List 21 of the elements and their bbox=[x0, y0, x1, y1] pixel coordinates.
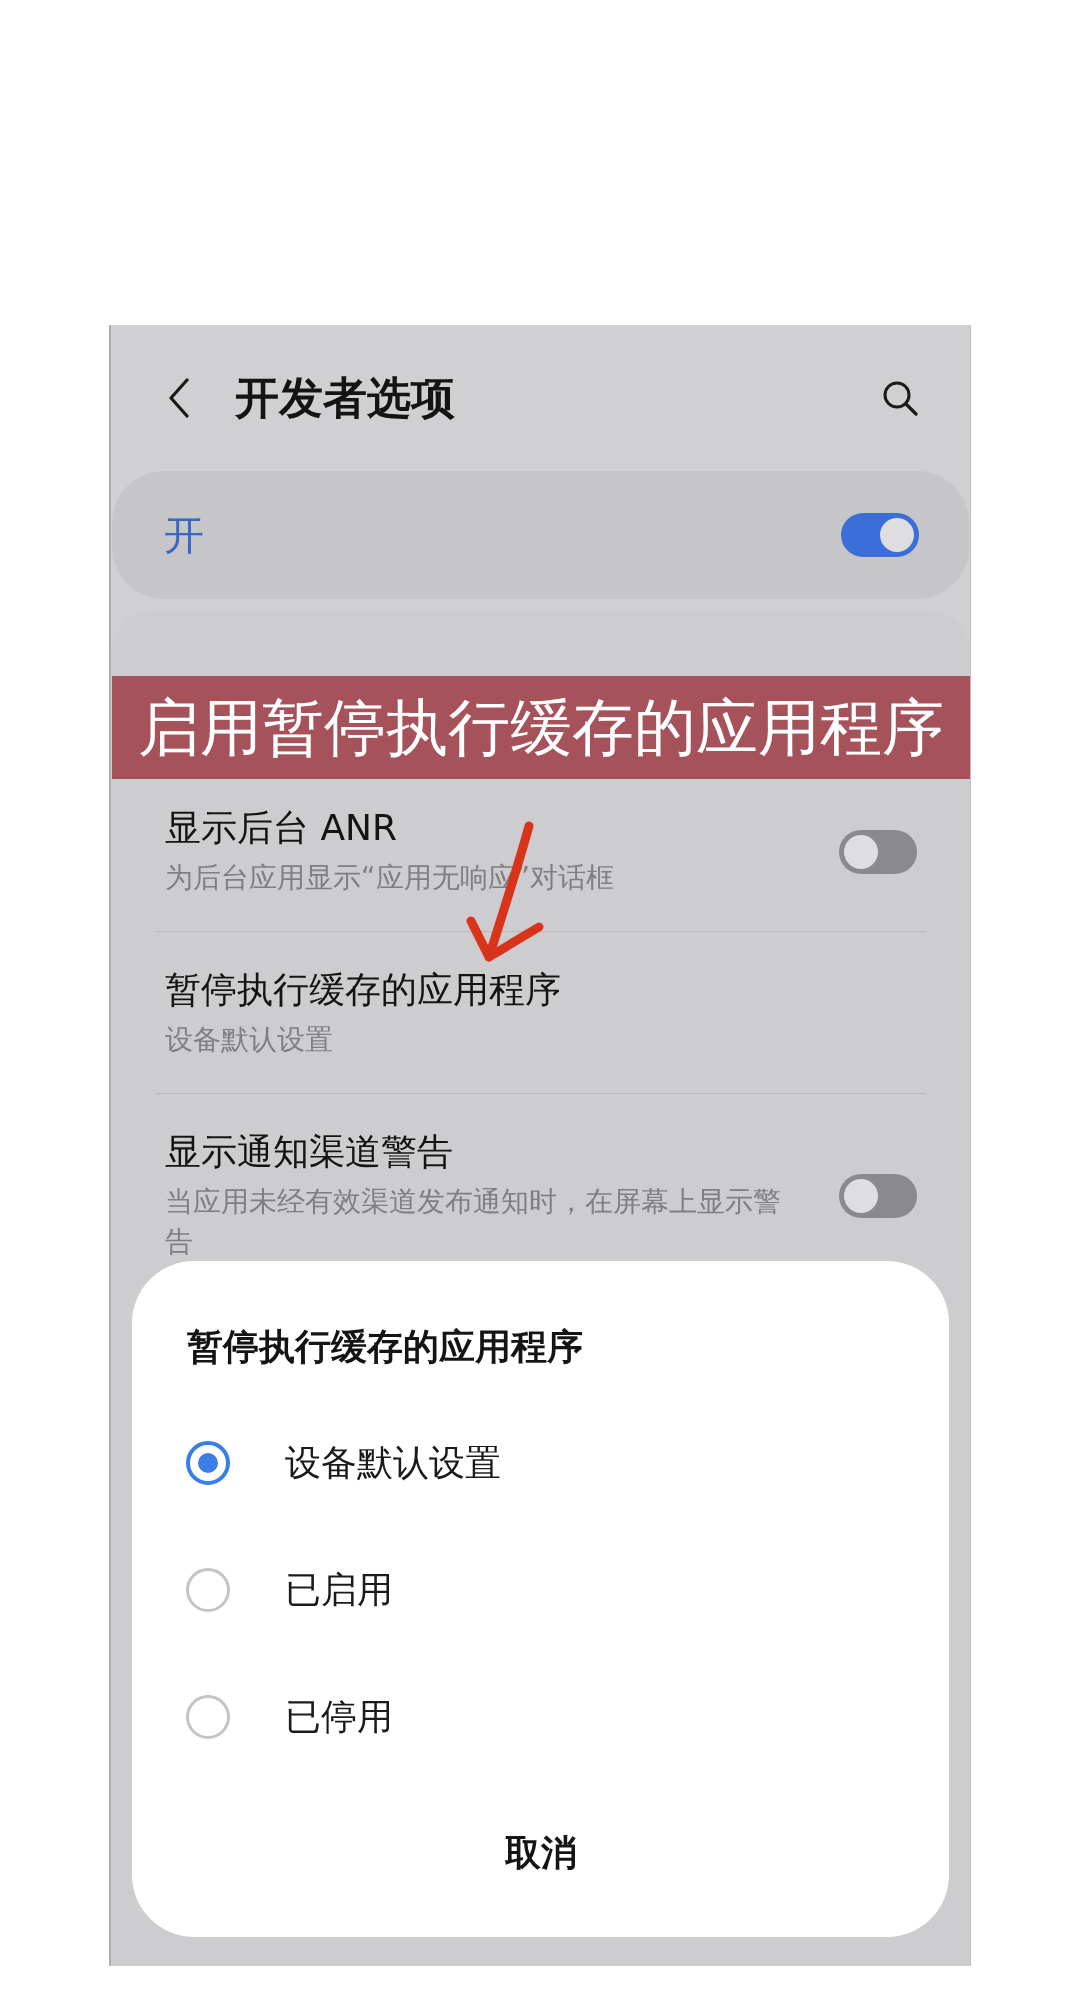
radio-button[interactable] bbox=[186, 1440, 230, 1485]
option-label[interactable]: 已启用 bbox=[285, 1567, 393, 1612]
radio-button[interactable] bbox=[186, 1694, 230, 1739]
switch-label: 开 bbox=[164, 511, 204, 559]
toggle-switch[interactable] bbox=[839, 830, 917, 874]
page-title: 开发者选项 bbox=[235, 371, 456, 425]
search-icon[interactable] bbox=[882, 380, 918, 416]
cancel-button[interactable]: 取消 bbox=[474, 1813, 607, 1893]
caption-banner: 启用暂停执行缓存的应用程序 bbox=[112, 676, 970, 779]
toggle-switch[interactable] bbox=[839, 1174, 917, 1218]
setting-title: 显示后台 ANR bbox=[165, 806, 398, 850]
setting-title: 显示通知渠道警告 bbox=[165, 1130, 454, 1174]
back-icon[interactable] bbox=[168, 378, 190, 418]
dialog-title: 暂停执行缓存的应用程序 bbox=[187, 1325, 583, 1369]
toggle-switch[interactable] bbox=[841, 513, 919, 557]
setting-title: 暂停执行缓存的应用程序 bbox=[165, 968, 562, 1012]
setting-subtitle: 当应用未经有效渠道发布通知时，在屏幕上显示警告 bbox=[165, 1184, 782, 1260]
option-label[interactable]: 已停用 bbox=[285, 1694, 393, 1739]
setting-subtitle: 设备默认设置 bbox=[165, 1022, 334, 1058]
option-label[interactable]: 设备默认设置 bbox=[285, 1440, 501, 1485]
radio-button[interactable] bbox=[186, 1567, 230, 1612]
